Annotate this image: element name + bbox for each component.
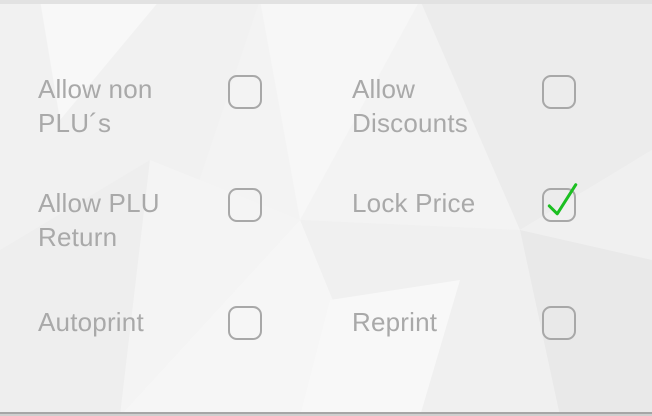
- top-edge: [0, 0, 652, 4]
- checkbox-allow-plu-return[interactable]: [228, 188, 262, 222]
- option-label-autoprint: Autoprint: [38, 307, 144, 337]
- option-label-allow-discounts: Allow Discounts: [352, 74, 468, 138]
- settings-panel: Allow non PLU´s Allow Discounts Allow PL…: [0, 0, 652, 416]
- checkbox-allow-non-plus[interactable]: [228, 75, 262, 109]
- checkbox-lock-price[interactable]: [542, 183, 578, 222]
- option-label-lock-price: Lock Price: [352, 188, 476, 218]
- checkmark-icon: [547, 183, 578, 216]
- option-label-allow-plu-return: Allow PLU Return: [38, 188, 160, 252]
- checkbox-reprint[interactable]: [542, 306, 576, 340]
- checkbox-allow-discounts[interactable]: [542, 75, 576, 109]
- option-label-reprint: Reprint: [352, 307, 438, 337]
- option-label-allow-non-plus: Allow non PLU´s: [38, 74, 153, 138]
- checkbox-autoprint[interactable]: [228, 306, 262, 340]
